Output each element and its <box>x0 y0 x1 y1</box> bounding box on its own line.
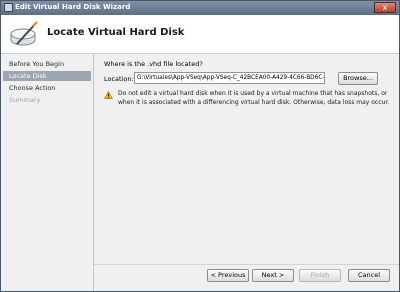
location-input[interactable]: G:\Virtuales\App-VSeq\App-VSeq-C_42BCEA0… <box>134 72 325 84</box>
footer-divider <box>94 264 399 265</box>
nav-item-choose-action[interactable]: Choose Action <box>3 83 91 93</box>
title-bar[interactable]: Edit Virtual Hard Disk Wizard x <box>1 1 399 15</box>
finish-button: Finish <box>299 269 341 282</box>
nav-item-before-you-begin[interactable]: Before You Begin <box>3 59 91 69</box>
wizard-disk-icon <box>10 21 38 46</box>
page-title: Locate Virtual Hard Disk <box>47 27 185 38</box>
wizard-header: Locate Virtual Hard Disk <box>1 15 399 54</box>
main-content: Where is the .vhd file located? Location… <box>94 54 399 264</box>
next-button[interactable]: Next > <box>252 269 294 282</box>
location-question: Where is the .vhd file located? <box>104 60 203 68</box>
warning-icon <box>104 91 113 99</box>
warning-text: Do not edit a virtual hard disk when it … <box>118 90 390 106</box>
wizard-window: Edit Virtual Hard Disk Wizard x Locate V… <box>0 0 400 292</box>
nav-item-locate-disk[interactable]: Locate Disk <box>3 71 91 81</box>
previous-button[interactable]: < Previous <box>207 269 249 282</box>
location-label: Location: <box>104 75 134 83</box>
cancel-button[interactable]: Cancel <box>348 269 390 282</box>
wizard-steps-sidebar: Before You Begin Locate Disk Choose Acti… <box>1 54 94 291</box>
browse-button[interactable]: Browse... <box>338 72 378 85</box>
nav-item-summary: Summary <box>9 96 41 104</box>
window-title: Edit Virtual Hard Disk Wizard <box>15 3 131 11</box>
app-icon <box>4 3 13 12</box>
close-button[interactable]: x <box>374 2 396 13</box>
